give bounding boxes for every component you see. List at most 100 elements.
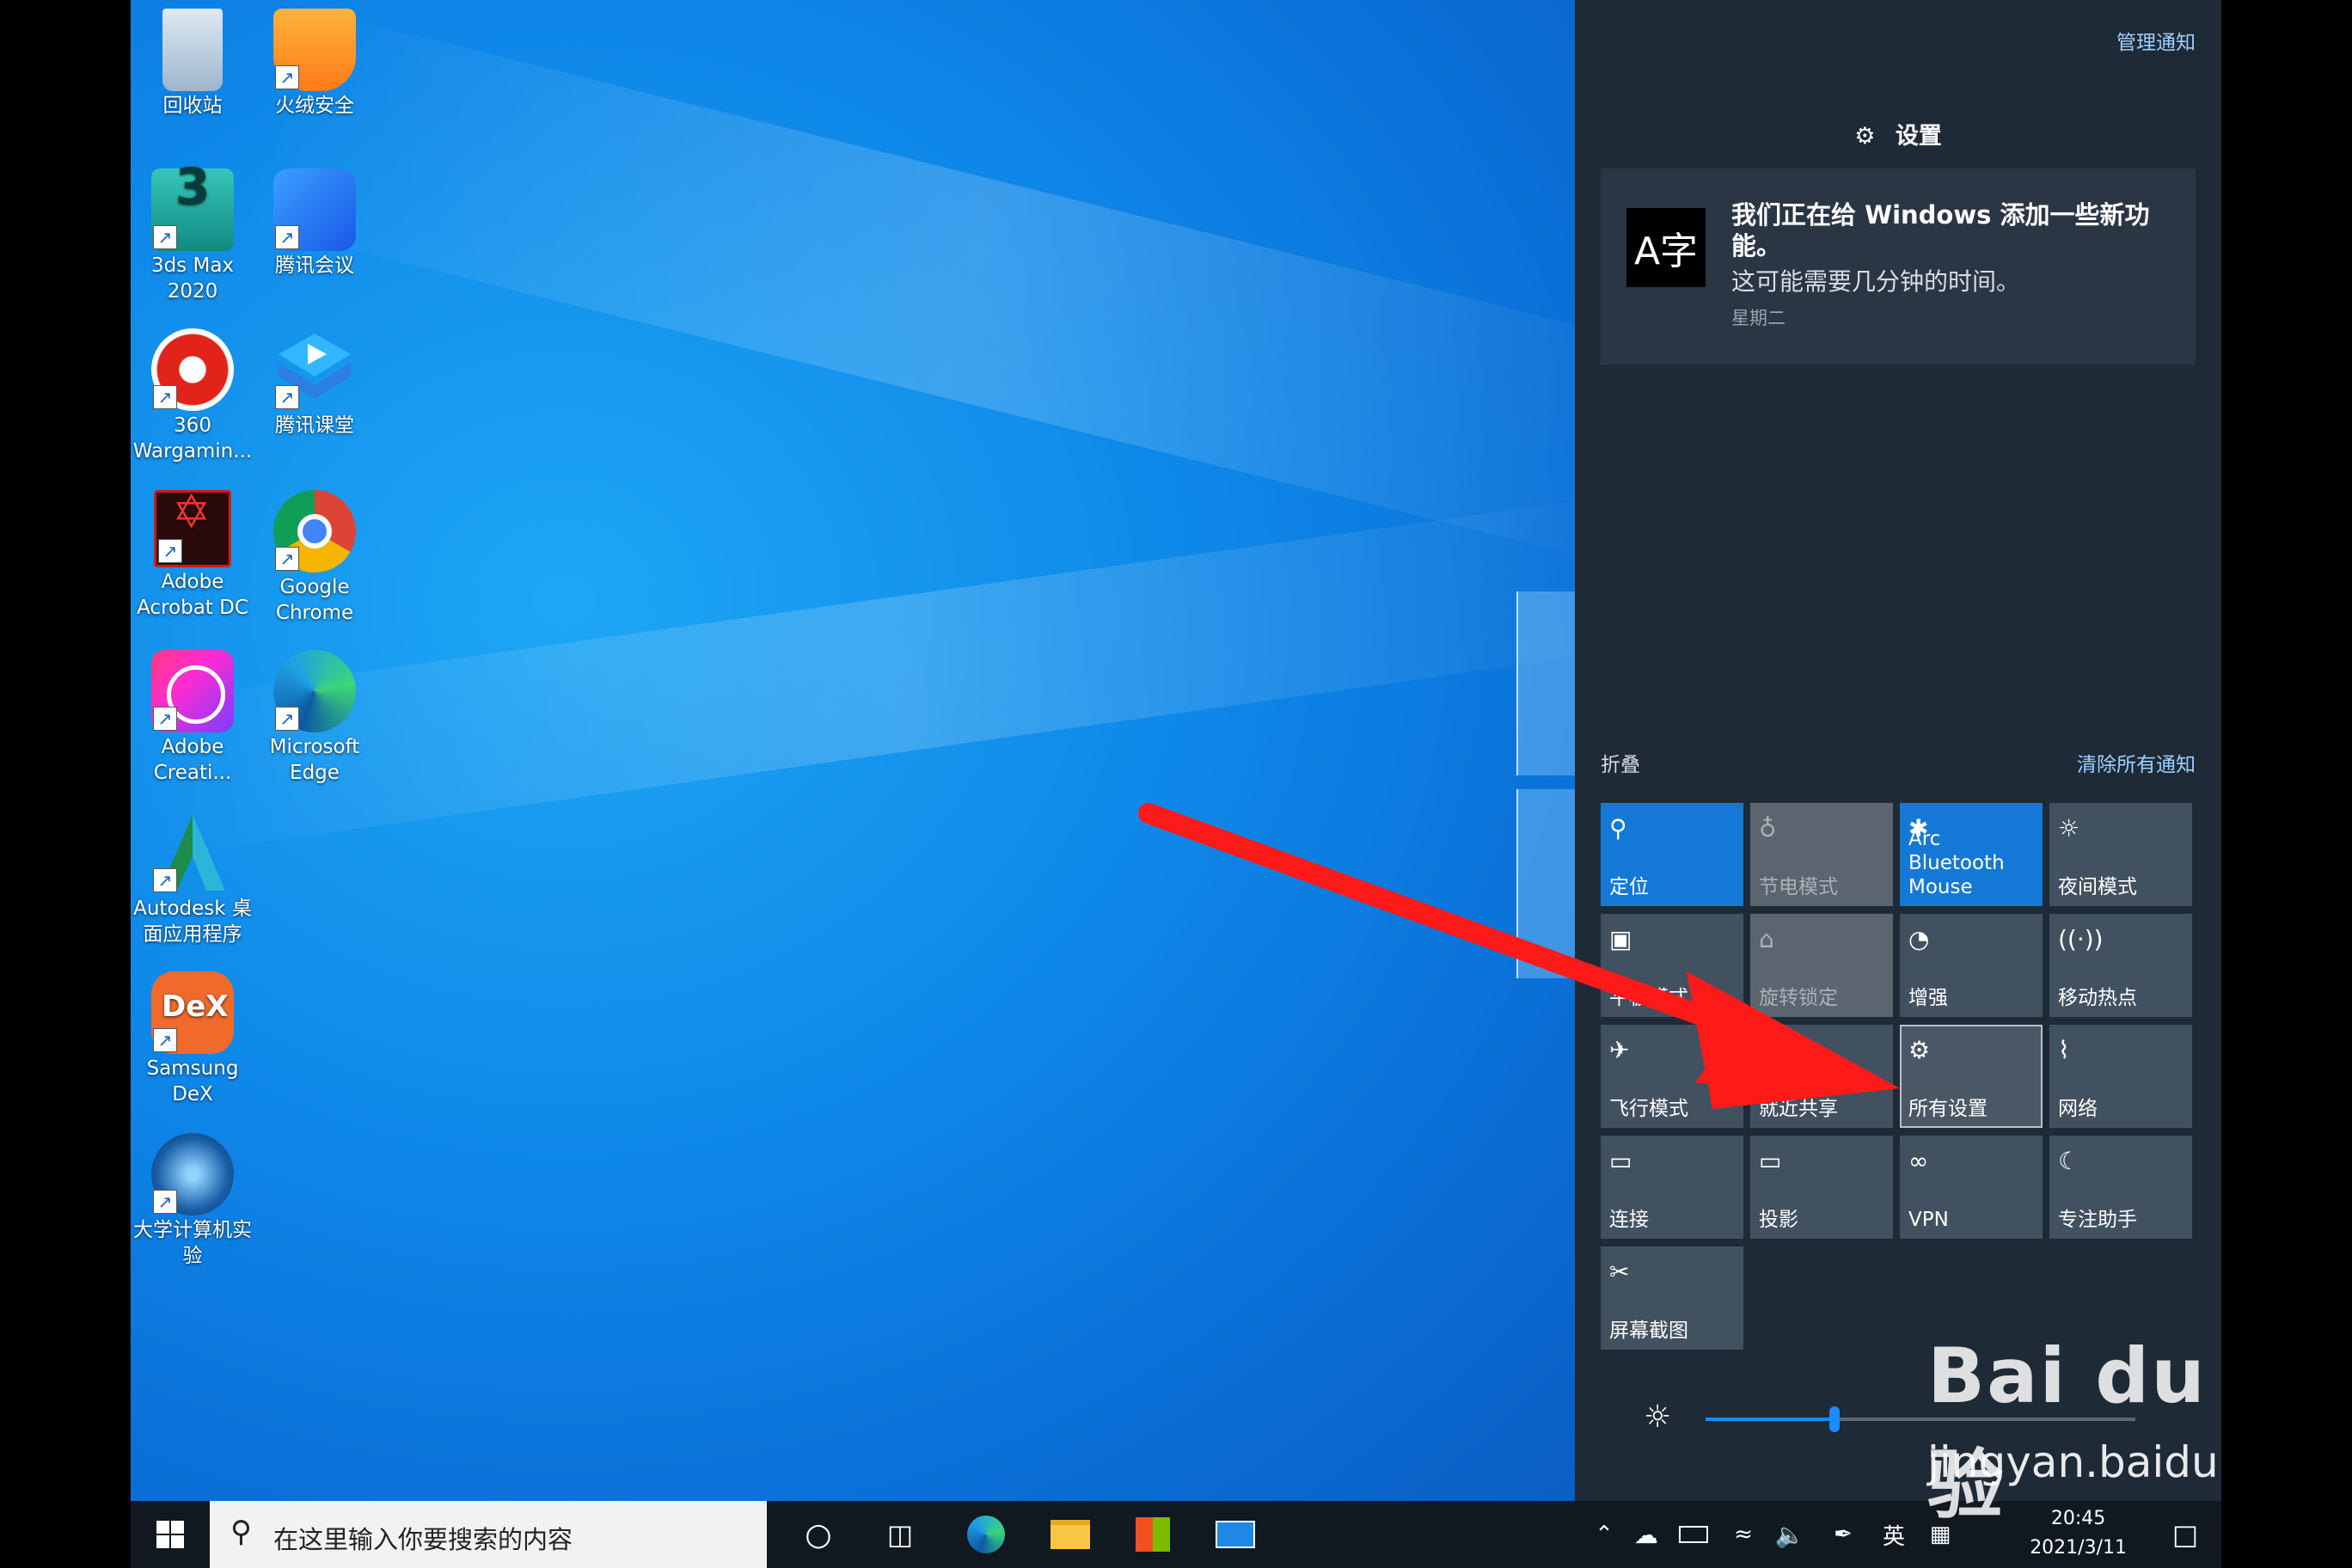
notification-body: 这可能需要几分钟的时间。 [1731,267,2021,296]
desktop-icon-samsung-dex[interactable]: DeX ↗ Samsung DeX [132,971,253,1107]
quick-action-night-light[interactable]: ☼ 夜间模式 [2049,803,2192,906]
task-view-icon: ◫ [886,1518,914,1551]
brightness-fill [1706,1418,1834,1421]
wifi-icon: ≈ [1734,1522,1753,1547]
desktop-icon-university-lab[interactable]: ↗ 大学计算机实验 [132,1133,253,1269]
notification-title: 我们正在给 Windows 添加一些新功能。 [1731,200,2150,260]
quick-action-label: 专注助手 [2058,1209,2137,1231]
quick-action-bluetooth[interactable]: ✱ Arc Bluetooth Mouse [1900,803,2043,906]
desktop-icon-3dsmax[interactable]: 3 ↗ 3ds Max 2020 [132,162,253,304]
desktop-icon-label: Microsoft Edge [269,736,360,784]
wifi-button[interactable]: ≈ [1719,1501,1767,1568]
quick-action-label: 飞行模式 [1609,1098,1688,1120]
light-beam [232,3,1575,574]
start-button[interactable] [131,1501,210,1568]
collapse-button[interactable]: 折叠 [1601,748,1640,777]
desktop-icon-chrome[interactable]: ↗ Google Chrome [254,490,375,626]
taskbar-file-explorer[interactable] [1032,1501,1109,1568]
quick-action-vpn[interactable]: ∞ VPN [1900,1136,2043,1239]
night-light-icon: ☼ [2058,814,2080,842]
focus-assist-icon: ☾ [2058,1147,2080,1175]
desktop[interactable]: 回收站 3 ↗ 3ds Max 2020 ↗ 360 Wargamin... ✡… [131,0,1575,1501]
cortana-button[interactable]: ○ [784,1501,853,1568]
desktop-icon-recycle-bin[interactable]: 回收站 [132,9,253,119]
cortana-circle-icon: ○ [805,1516,832,1553]
quick-action-focus-assist[interactable]: ☾ 专注助手 [2049,1136,2192,1239]
quick-action-label: 增强 [1908,987,1948,1009]
shortcut-arrow-icon: ↗ [275,385,299,409]
quick-action-snip[interactable]: ✂ 屏幕截图 [1601,1246,1743,1350]
windows-logo-pane [1516,591,1575,775]
taskbar-search-box[interactable]: ⚲ 在这里输入你要搜索的内容 [210,1501,767,1568]
baidu-watermark: Bai du 经验 jingyan.baidu.com [1927,1289,2221,1530]
3dsmax-icon: 3 ↗ [151,162,234,251]
cloud-icon: ☁ [1634,1520,1658,1549]
quick-action-label: 网络 [2058,1098,2098,1120]
quick-action-project[interactable]: ▭ 投影 [1750,1136,1893,1239]
tencent-meeting-icon: ↗ [273,168,356,251]
quick-action-network[interactable]: ⌇ 网络 [2049,1025,2192,1128]
brightness-icon: ☼ [1644,1400,1672,1435]
desktop-icon-edge[interactable]: ↗ Microsoft Edge [254,650,375,786]
chevron-up-icon: ⌃ [1595,1522,1614,1547]
quick-action-enhance[interactable]: ◔ 增强 [1900,914,2043,1017]
folder-icon [1050,1520,1090,1549]
quick-action-airplane[interactable]: ✈ 飞行模式 [1601,1025,1743,1128]
quick-action-battery-saver[interactable]: ♁ 节电模式 [1750,803,1893,906]
desktop-icon-huorong[interactable]: ↗ 火绒安全 [254,9,375,119]
desktop-icon-tencent-classroom[interactable]: ↗ 腾讯课堂 [254,328,375,438]
quick-action-settings[interactable]: ⚙ 所有设置 [1900,1025,2043,1128]
quick-action-nearby-share[interactable]: ⎙ 就近共享 [1750,1025,1893,1128]
airplane-icon: ✈ [1609,1036,1630,1064]
quick-action-label: 平板模式 [1609,987,1688,1009]
watermark-url: jingyan.baidu.com [1927,1437,2221,1487]
quick-action-hotspot[interactable]: ((·)) 移动热点 [2049,914,2192,1017]
huorong-icon: ↗ [273,9,356,91]
show-hidden-icons-button[interactable]: ⌃ [1587,1501,1621,1568]
vpn-icon: ∞ [1908,1147,1929,1175]
shortcut-arrow-icon: ↗ [158,539,182,563]
desktop-icon-tencent-meeting[interactable]: ↗ 腾讯会议 [254,168,375,279]
desktop-icon-autodesk[interactable]: ↗ Autodesk 桌面应用程序 [132,812,253,947]
store-icon [1136,1517,1170,1552]
clear-all-notifications-button[interactable]: 清除所有通知 [2077,748,2196,777]
desktop-icon-creative-cloud[interactable]: ↗ Adobe Creati... [132,650,253,786]
samsung-dex-icon: DeX ↗ [151,971,234,1054]
quick-action-location[interactable]: ⚲ 定位 [1601,803,1743,906]
notification-card[interactable]: A字 我们正在给 Windows 添加一些新功能。 这可能需要几分钟的时间。 星… [1601,168,2196,364]
brightness-thumb[interactable] [1829,1406,1840,1432]
battery-button[interactable] [1669,1501,1718,1568]
pen-button[interactable]: ✒ [1819,1501,1867,1568]
onedrive-button[interactable]: ☁ [1625,1501,1668,1568]
desktop-icon-acrobat[interactable]: ✡ ↗ Adobe Acrobat DC [132,489,253,621]
taskbar-edge[interactable] [947,1501,1025,1568]
desktop-icon-label: Adobe Acrobat DC [137,571,248,619]
desktop-icon-360[interactable]: ↗ 360 Wargamin... [132,328,253,464]
screen: 回收站 3 ↗ 3ds Max 2020 ↗ 360 Wargamin... ✡… [131,0,2221,1568]
quick-action-tablet-mode[interactable]: ▣ 平板模式 [1601,914,1743,1017]
task-view-button[interactable]: ◫ [861,1501,939,1568]
enhance-icon: ◔ [1908,925,1930,953]
volume-button[interactable]: 🔈 [1766,1501,1814,1568]
quick-action-label: 所有设置 [1908,1098,1988,1120]
taskbar-store[interactable] [1114,1501,1191,1568]
shortcut-arrow-icon: ↗ [153,1028,177,1052]
shortcut-arrow-icon: ↗ [153,868,177,892]
quick-action-connect[interactable]: ▭ 连接 [1601,1136,1743,1239]
search-icon: ⚲ [230,1515,252,1549]
autodesk-icon: ↗ [151,812,234,894]
desktop-icon-label: 3ds Max 2020 [150,254,235,303]
notification-time: 星期二 [1731,308,1785,328]
quick-action-label: 移动热点 [2058,987,2137,1009]
quick-action-label: VPN [1908,1209,1949,1231]
tencent-classroom-icon: ↗ [273,328,356,411]
network-icon: ⌇ [2058,1036,2070,1064]
taskbar: ⚲ 在这里输入你要搜索的内容 ○ ◫ ⌃ ☁ ≈ 🔈 ✒ 英 ▦ 20:45 2… [131,1501,2221,1568]
desktop-icon-label: Adobe Creati... [153,736,232,784]
taskbar-mail[interactable] [1197,1501,1274,1568]
shortcut-arrow-icon: ↗ [275,547,299,571]
quick-action-rotation-lock[interactable]: ⌂ 旋转锁定 [1750,914,1893,1017]
mail-icon [1216,1521,1255,1548]
ime-language-button[interactable]: 英 [1872,1501,1915,1568]
manage-notifications-link[interactable]: 管理通知 [2116,26,2196,55]
